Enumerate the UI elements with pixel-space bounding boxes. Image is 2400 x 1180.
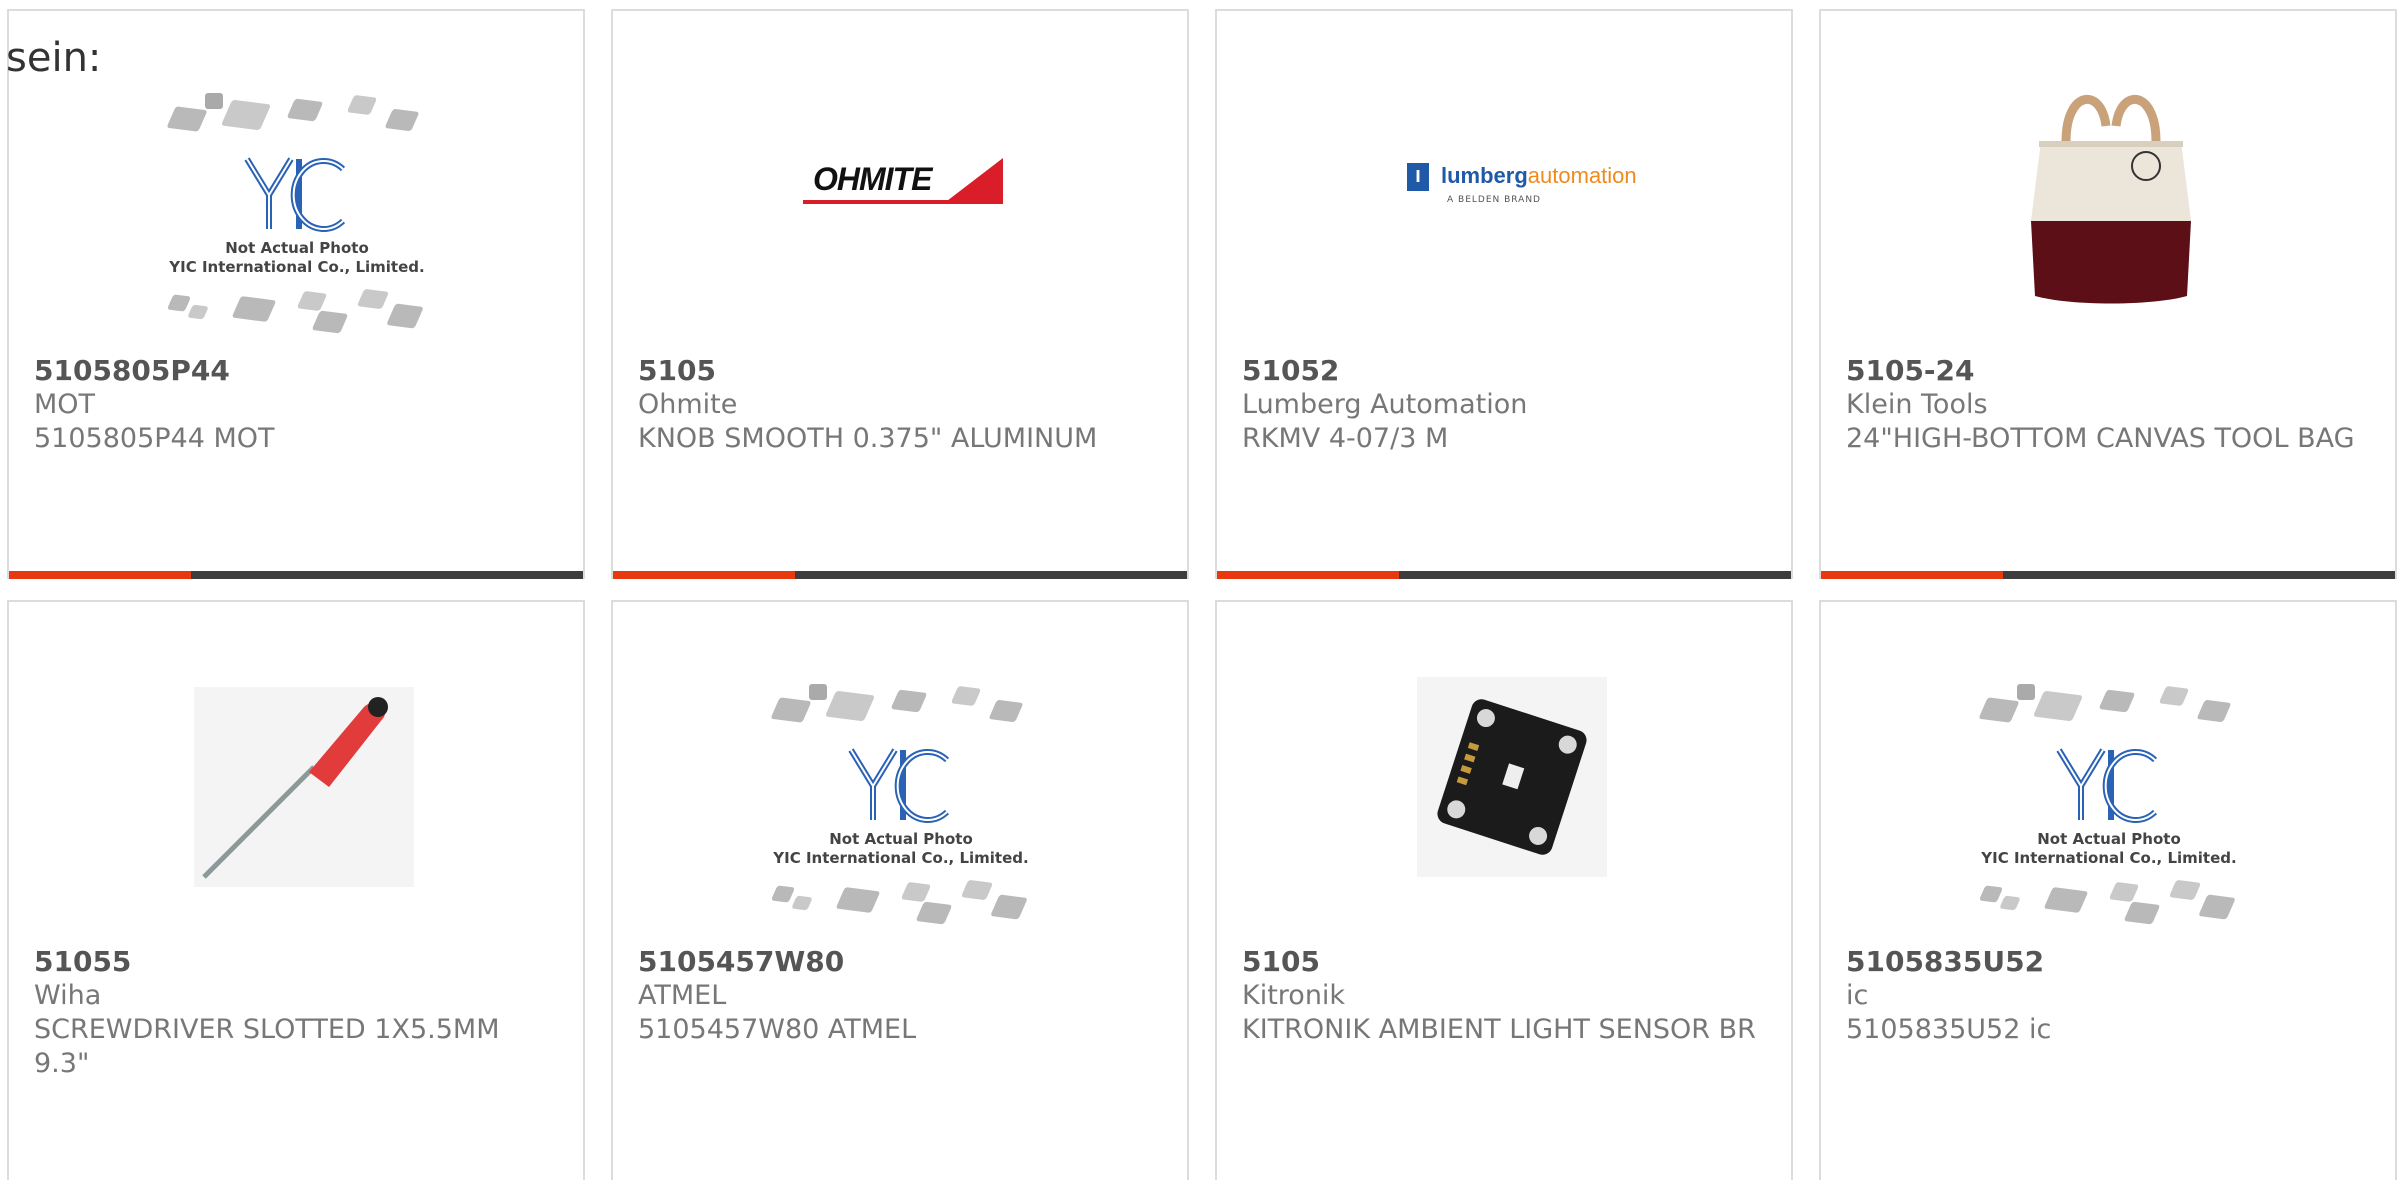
card-accent xyxy=(9,571,191,579)
product-card[interactable]: Not Actual Photo YIC International Co., … xyxy=(611,600,1189,1180)
product-card[interactable]: 51055 Wiha SCREWDRIVER SLOTTED 1X5.5MM 9… xyxy=(7,600,585,1180)
placeholder-caption: Not Actual Photo xyxy=(2037,830,2181,848)
description: SCREWDRIVER SLOTTED 1X5.5MM 9.3" xyxy=(34,1014,500,1079)
part-number[interactable]: 51055 xyxy=(34,945,563,979)
part-number[interactable]: 5105-24 xyxy=(1846,354,2375,388)
manufacturer: Klein Tools xyxy=(1846,389,1988,420)
product-image-area[interactable]: l lumbergautomation A BELDEN BRAND xyxy=(1217,11,1791,351)
manufacturer: ic xyxy=(1846,980,1869,1011)
product-info: 51055 Wiha SCREWDRIVER SLOTTED 1X5.5MM 9… xyxy=(34,945,563,1081)
product-info: 5105-24 Klein Tools 24"HIGH-BOTTOM CANVA… xyxy=(1846,354,2375,456)
lumberg-logo-text: lumbergautomation xyxy=(1441,163,1637,189)
part-number[interactable]: 5105 xyxy=(1242,945,1771,979)
description: KNOB SMOOTH 0.375" ALUMINUM xyxy=(638,423,1098,454)
product-image-area[interactable]: Not Actual Photo YIC International Co., … xyxy=(613,602,1187,942)
product-image-area[interactable] xyxy=(1217,602,1791,942)
placeholder-caption: Not Actual Photo xyxy=(829,830,973,848)
placeholder-image: Not Actual Photo YIC International Co., … xyxy=(763,682,1039,932)
card-bottom-bar xyxy=(1821,571,2395,579)
placeholder-company: YIC International Co., Limited. xyxy=(1981,849,2237,867)
product-image-area[interactable]: OHMITE xyxy=(613,11,1187,351)
lumberg-logo-main: lumberg xyxy=(1441,163,1528,188)
lumberg-logo-accent: automation xyxy=(1527,163,1637,188)
part-number[interactable]: 5105 xyxy=(638,354,1167,388)
placeholder-image: Not Actual Photo YIC International Co., … xyxy=(159,91,435,341)
part-number[interactable]: 5105835U52 xyxy=(1846,945,2375,979)
card-accent xyxy=(1821,571,2003,579)
manufacturer: ATMEL xyxy=(638,980,727,1011)
card-bottom-bar xyxy=(9,571,583,579)
product-grid: Not Actual Photo YIC International Co., … xyxy=(0,0,2400,1180)
manufacturer: Kitronik xyxy=(1242,980,1346,1011)
manufacturer: Wiha xyxy=(34,980,102,1011)
product-info: 5105 Kitronik KITRONIK AMBIENT LIGHT SEN… xyxy=(1242,945,1771,1047)
product-card[interactable]: OHMITE 5105 Ohmite KNOB SMOOTH 0.375" AL… xyxy=(611,9,1189,579)
lumberg-logo-sub: A BELDEN BRAND xyxy=(1447,195,1541,205)
card-bottom-bar xyxy=(613,571,1187,579)
product-info: 5105457W80 ATMEL 5105457W80 ATMEL xyxy=(638,945,1167,1047)
yic-logo-icon xyxy=(848,748,950,823)
description: 5105457W80 ATMEL xyxy=(638,1014,917,1045)
ohmite-logo: OHMITE xyxy=(803,154,1003,204)
card-accent xyxy=(1217,571,1399,579)
screwdriver-photo xyxy=(194,687,414,887)
product-card[interactable]: 5105-24 Klein Tools 24"HIGH-BOTTOM CANVA… xyxy=(1819,9,2397,579)
description: 5105805P44 MOT xyxy=(34,423,275,454)
product-info: 5105 Ohmite KNOB SMOOTH 0.375" ALUMINUM xyxy=(638,354,1167,456)
product-card[interactable]: Not Actual Photo YIC International Co., … xyxy=(7,9,585,579)
section-heading: sein: xyxy=(6,35,102,81)
card-accent xyxy=(613,571,795,579)
part-number[interactable]: 5105457W80 xyxy=(638,945,1167,979)
yic-logo-icon xyxy=(244,157,346,232)
part-number[interactable]: 51052 xyxy=(1242,354,1771,388)
yic-logo-icon xyxy=(2056,748,2158,823)
placeholder-company: YIC International Co., Limited. xyxy=(169,258,425,276)
tool-bag-photo xyxy=(2031,94,2191,304)
placeholder-caption: Not Actual Photo xyxy=(225,239,369,257)
product-info: 51052 Lumberg Automation RKMV 4-07/3 M xyxy=(1242,354,1771,456)
description: RKMV 4-07/3 M xyxy=(1242,423,1449,454)
part-number[interactable]: 5105805P44 xyxy=(34,354,563,388)
manufacturer: Ohmite xyxy=(638,389,738,420)
product-card[interactable]: l lumbergautomation A BELDEN BRAND 51052… xyxy=(1215,9,1793,579)
description: KITRONIK AMBIENT LIGHT SENSOR BR xyxy=(1242,1014,1756,1045)
card-bottom-bar xyxy=(1217,571,1791,579)
description: 5105835U52 ic xyxy=(1846,1014,2052,1045)
ohmite-logo-text: OHMITE xyxy=(813,161,932,197)
placeholder-image: Not Actual Photo YIC International Co., … xyxy=(1971,682,2247,932)
lumberg-logo: l lumbergautomation A BELDEN BRAND xyxy=(1407,159,1637,209)
product-info: 5105835U52 ic 5105835U52 ic xyxy=(1846,945,2375,1047)
product-image-area[interactable]: Not Actual Photo YIC International Co., … xyxy=(1821,602,2395,942)
product-image-area[interactable] xyxy=(9,602,583,942)
placeholder-company: YIC International Co., Limited. xyxy=(773,849,1029,867)
product-card[interactable]: 5105 Kitronik KITRONIK AMBIENT LIGHT SEN… xyxy=(1215,600,1793,1180)
description: 24"HIGH-BOTTOM CANVAS TOOL BAG xyxy=(1846,423,2355,454)
manufacturer: Lumberg Automation xyxy=(1242,389,1528,420)
product-info: 5105805P44 MOT 5105805P44 MOT xyxy=(34,354,563,456)
manufacturer: MOT xyxy=(34,389,96,420)
lumberg-logo-icon: l xyxy=(1407,163,1429,191)
product-card[interactable]: Not Actual Photo YIC International Co., … xyxy=(1819,600,2397,1180)
sensor-board-photo xyxy=(1417,677,1607,877)
product-image-area[interactable] xyxy=(1821,11,2395,351)
